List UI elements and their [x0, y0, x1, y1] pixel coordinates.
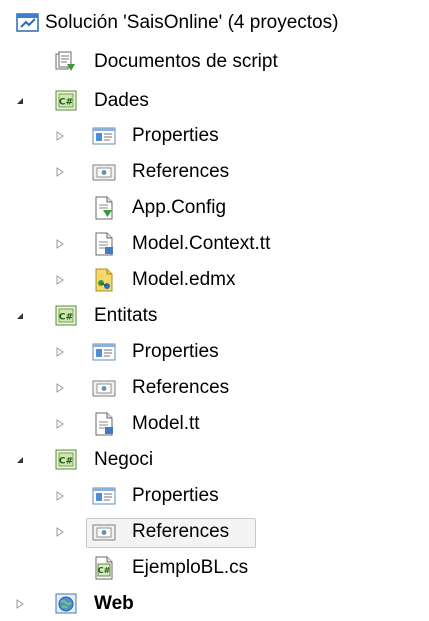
tree-node-label: Properties: [132, 341, 219, 362]
tree-node-model-edmx[interactable]: Model.edmx: [0, 263, 429, 297]
tree-node-properties[interactable]: Properties: [0, 335, 429, 369]
tt-file-icon: [92, 412, 116, 436]
csharp-project-icon: C#: [54, 304, 78, 328]
solution-label: Solución 'SaisOnline' (4 proyectos): [45, 12, 339, 33]
svg-text:C#: C#: [59, 98, 73, 108]
solution-explorer-tree: Solución 'SaisOnline' (4 proyectos) Docu…: [0, 0, 429, 620]
properties-icon: [92, 484, 116, 508]
tree-node-label: EjemploBL.cs: [132, 557, 249, 578]
collapsed-arrow-icon[interactable]: [52, 335, 68, 369]
tree-node-label: Dades: [94, 90, 149, 111]
expanded-arrow-icon[interactable]: [12, 299, 28, 333]
tree-node-references-selected[interactable]: References: [0, 515, 429, 549]
tree-node-label: References: [132, 521, 230, 542]
references-icon: [92, 520, 116, 544]
expanded-arrow-icon[interactable]: [12, 84, 28, 118]
edmx-file-icon: [92, 268, 116, 292]
tree-node-label: Model.edmx: [132, 269, 236, 290]
solution-icon: [16, 11, 40, 35]
expanded-arrow-icon[interactable]: [12, 443, 28, 477]
tree-node-properties[interactable]: Properties: [0, 479, 429, 513]
tree-node-entitats[interactable]: C# Entitats: [0, 299, 429, 333]
collapsed-arrow-icon[interactable]: [12, 587, 28, 621]
tree-node-label: Entitats: [94, 305, 158, 326]
cs-file-icon: C#: [92, 556, 116, 580]
collapsed-arrow-icon[interactable]: [52, 371, 68, 405]
tree-node-ejemplobl-cs[interactable]: C# EjemploBL.cs: [0, 551, 429, 585]
tree-node-label: Model.tt: [132, 413, 200, 434]
collapsed-arrow-icon[interactable]: [52, 227, 68, 261]
tree-node-label: Documentos de script: [94, 51, 278, 72]
collapsed-arrow-icon[interactable]: [52, 263, 68, 297]
tree-node-web[interactable]: Web: [0, 587, 429, 621]
collapsed-arrow-icon[interactable]: [52, 155, 68, 189]
svg-text:C#: C#: [59, 457, 73, 467]
tree-node-label: Web: [94, 593, 134, 614]
tree-node-model-context-tt[interactable]: Model.Context.tt: [0, 227, 429, 261]
tree-node-label: App.Config: [132, 197, 227, 218]
collapsed-arrow-icon[interactable]: [52, 479, 68, 513]
tree-node-dades[interactable]: C# Dades: [0, 84, 429, 118]
tree-node-app-config[interactable]: App.Config: [0, 191, 429, 225]
web-project-icon: [54, 592, 78, 616]
references-icon: [92, 376, 116, 400]
tree-node-label: References: [132, 377, 230, 398]
tree-node-solution[interactable]: Solución 'SaisOnline' (4 proyectos): [0, 6, 429, 40]
tree-node-label: Properties: [132, 125, 219, 146]
tree-node-references[interactable]: References: [0, 155, 429, 189]
tree-node-model-tt[interactable]: Model.tt: [0, 407, 429, 441]
tree-node-label: Properties: [132, 485, 219, 506]
tree-node-label: Model.Context.tt: [132, 233, 271, 254]
script-docs-icon: [54, 50, 78, 74]
collapsed-arrow-icon[interactable]: [52, 407, 68, 441]
tree-node-documentos-de-script[interactable]: Documentos de script: [0, 45, 429, 79]
references-icon: [92, 160, 116, 184]
tree-node-references[interactable]: References: [0, 371, 429, 405]
tree-node-label: Negoci: [94, 449, 154, 470]
config-file-icon: [92, 196, 116, 220]
tt-file-icon: [92, 232, 116, 256]
tree-node-negoci[interactable]: C# Negoci: [0, 443, 429, 477]
properties-icon: [92, 340, 116, 364]
tree-node-properties[interactable]: Properties: [0, 119, 429, 153]
properties-icon: [92, 124, 116, 148]
csharp-project-icon: C#: [54, 89, 78, 113]
tree-node-label: References: [132, 161, 230, 182]
csharp-project-icon: C#: [54, 448, 78, 472]
svg-text:C#: C#: [98, 566, 111, 575]
collapsed-arrow-icon[interactable]: [52, 119, 68, 153]
collapsed-arrow-icon[interactable]: [52, 515, 68, 549]
svg-text:C#: C#: [59, 313, 73, 323]
